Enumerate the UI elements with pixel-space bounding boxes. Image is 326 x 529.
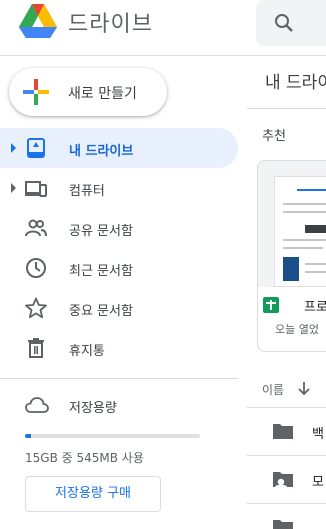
sidebar-item-label: 휴지통 bbox=[69, 344, 105, 359]
sidebar-item-my-drive[interactable]: 내 드라이브 bbox=[0, 128, 238, 168]
sidebar-item-shared[interactable]: 공유 문서함 bbox=[0, 208, 238, 248]
sort-arrow-down-icon[interactable] bbox=[297, 380, 311, 396]
app-title[interactable]: 드라이브 bbox=[68, 6, 153, 38]
sidebar-item-label: 컴퓨터 bbox=[69, 184, 105, 199]
header-divider bbox=[0, 55, 326, 56]
file-row[interactable]: 백 bbox=[247, 408, 326, 456]
sidebar-item-trash[interactable]: 휴지통 bbox=[0, 328, 238, 368]
sidebar-item-label: 중요 문서함 bbox=[69, 304, 133, 319]
thumbnail-page bbox=[274, 176, 326, 287]
thumbnail-line bbox=[305, 271, 326, 273]
buy-storage-button[interactable]: 저장용량 구매 bbox=[25, 476, 161, 512]
file-row[interactable]: 모 bbox=[247, 456, 326, 504]
shared-people-icon bbox=[25, 219, 47, 237]
storage-progress-bar bbox=[25, 434, 200, 438]
thumbnail-image bbox=[283, 257, 299, 281]
folder-icon bbox=[273, 424, 293, 439]
sidebar-divider bbox=[0, 378, 238, 379]
thumbnail-line bbox=[283, 247, 323, 249]
thumbnail-block bbox=[305, 225, 326, 233]
new-button[interactable]: 새로 만들기 bbox=[9, 68, 167, 116]
page-title[interactable]: 내 드라이 bbox=[265, 68, 326, 93]
thumbnail-line bbox=[283, 211, 326, 213]
sidebar-item-recent[interactable]: 최근 문서함 bbox=[0, 248, 238, 288]
sheets-icon bbox=[263, 297, 279, 313]
file-row[interactable] bbox=[247, 504, 326, 529]
my-drive-icon bbox=[27, 138, 45, 158]
google-drive-logo[interactable] bbox=[19, 4, 57, 38]
thumbnail-line bbox=[283, 239, 326, 241]
suggested-section-label: 추천 bbox=[262, 129, 286, 144]
folder-icon bbox=[273, 520, 293, 529]
sidebar-item-computers[interactable]: 컴퓨터 bbox=[0, 168, 238, 208]
column-header-name[interactable]: 이름 bbox=[262, 381, 284, 398]
sidebar-item-starred[interactable]: 중요 문서함 bbox=[0, 288, 238, 328]
file-thumbnail bbox=[258, 161, 326, 287]
star-icon bbox=[25, 297, 47, 319]
storage-usage-text: 15GB 중 545MB 사용 bbox=[25, 451, 144, 465]
cloud-icon bbox=[25, 397, 49, 413]
trash-icon bbox=[28, 338, 44, 358]
file-row-name: 모 bbox=[312, 475, 324, 490]
sidebar-item-label: 공유 문서함 bbox=[69, 224, 133, 239]
thumbnail-line bbox=[305, 263, 326, 265]
expand-arrow-icon[interactable] bbox=[11, 183, 16, 193]
file-subtitle: 오늘 열었 bbox=[275, 323, 319, 336]
search-box[interactable] bbox=[256, 0, 326, 46]
expand-arrow-icon[interactable] bbox=[11, 143, 16, 153]
computers-icon bbox=[25, 181, 47, 197]
shared-folder-icon bbox=[273, 472, 293, 487]
new-button-label: 새로 만들기 bbox=[68, 86, 137, 102]
thumbnail-line bbox=[297, 189, 326, 191]
sidebar-item-label: 최근 문서함 bbox=[69, 264, 133, 279]
suggested-file-card[interactable]: 프로 오늘 열었 bbox=[257, 160, 326, 352]
file-row-name: 백 bbox=[312, 427, 324, 442]
title-divider bbox=[247, 108, 326, 109]
storage-progress-fill bbox=[25, 434, 32, 438]
sidebar-item-label: 내 드라이브 bbox=[69, 144, 134, 159]
plus-icon bbox=[23, 79, 49, 105]
file-name: 프로 bbox=[304, 300, 326, 315]
storage-title[interactable]: 저장용량 bbox=[69, 397, 117, 416]
search-icon[interactable] bbox=[274, 13, 294, 33]
thumbnail-line bbox=[283, 203, 326, 205]
clock-icon bbox=[26, 258, 46, 278]
